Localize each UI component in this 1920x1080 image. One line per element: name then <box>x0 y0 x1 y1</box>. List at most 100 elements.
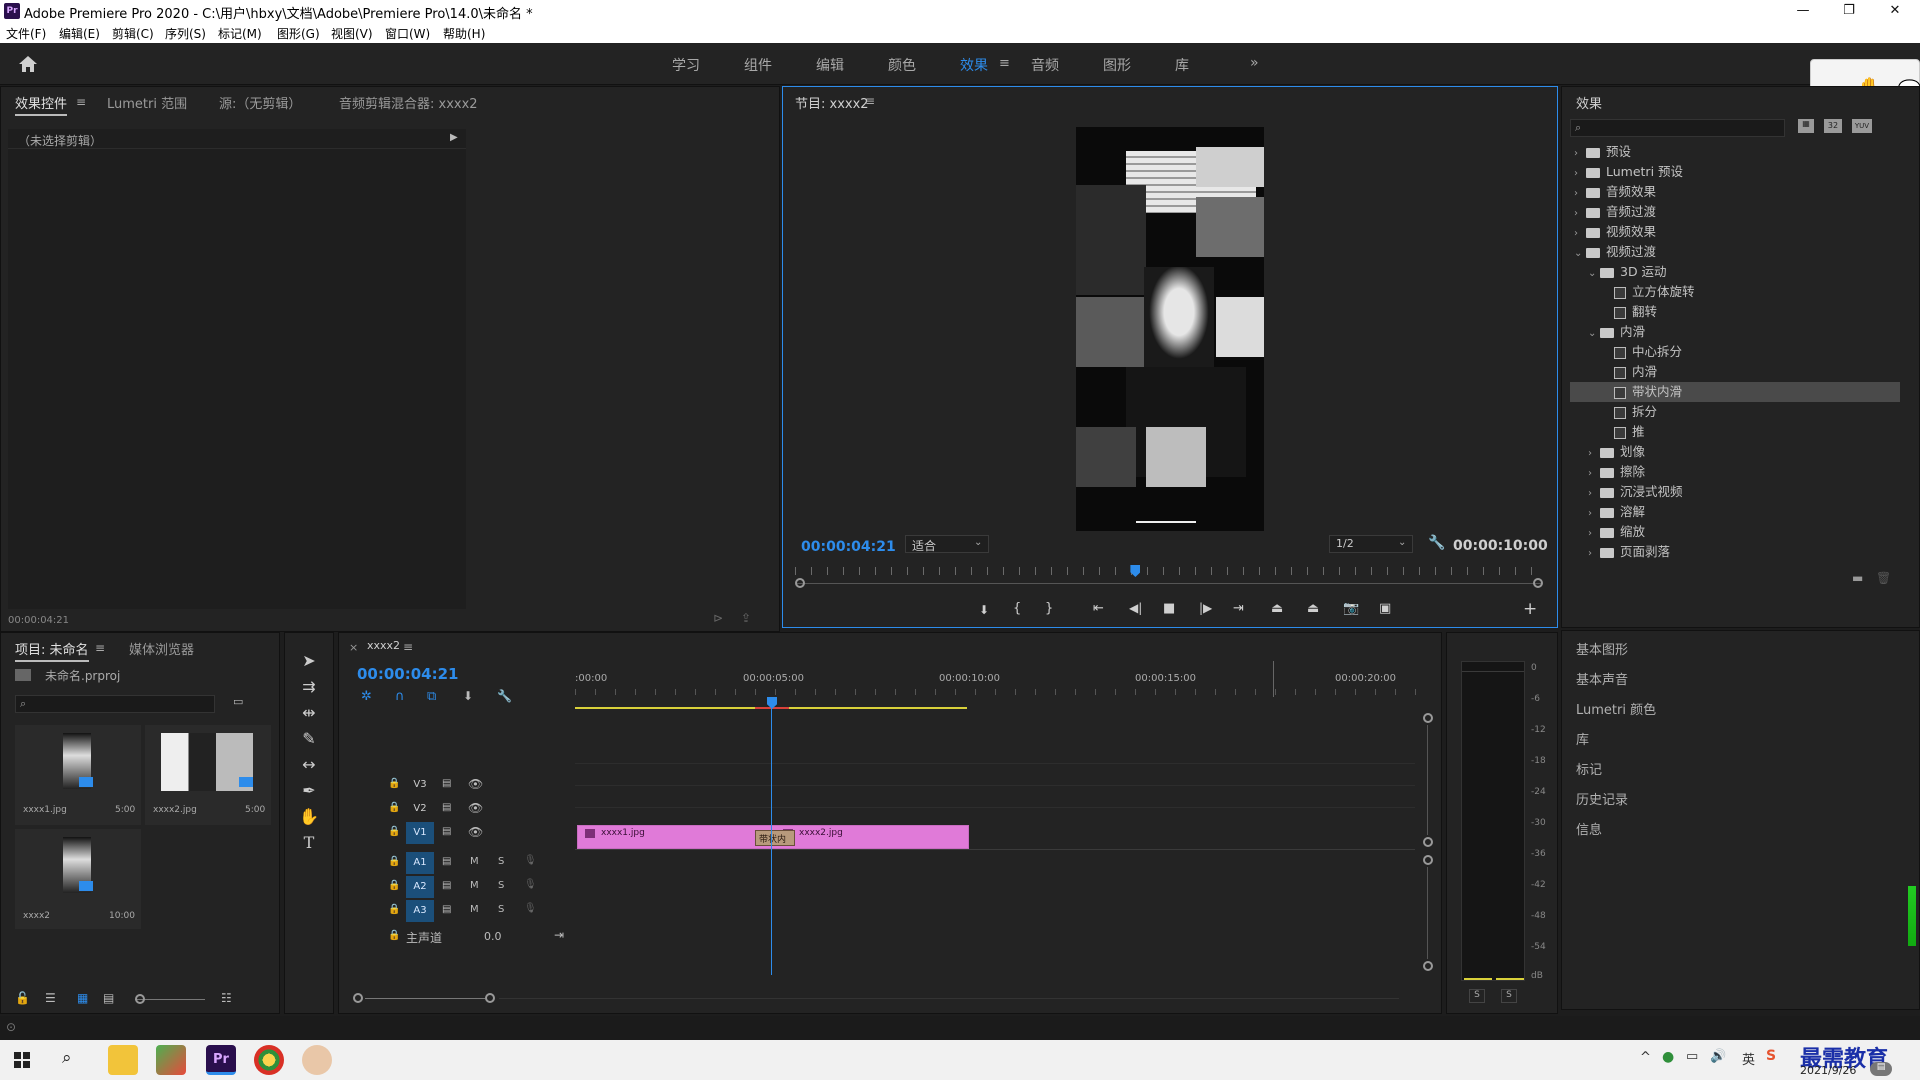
v-scroll-handle[interactable] <box>1423 713 1433 723</box>
wrench-icon[interactable]: 🔧 <box>1428 535 1445 551</box>
tab-lumetri-scopes[interactable]: Lumetri 范围 <box>107 93 187 112</box>
effects-tree-item[interactable]: › 音频过渡 <box>1570 202 1900 222</box>
accelerated-badge-icon[interactable]: ▦ <box>1798 119 1814 133</box>
h-scroll-handle-right[interactable] <box>485 993 495 1003</box>
workspace-assembly[interactable]: 组件 <box>744 55 772 75</box>
menu-window[interactable]: 窗口(W) <box>385 25 430 42</box>
workspace-menu-icon[interactable]: ≡ <box>999 56 1010 71</box>
razor-tool-icon[interactable]: ✎ <box>297 729 321 751</box>
type-tool-icon[interactable]: T <box>297 833 321 855</box>
h-scroll-handle-left[interactable] <box>353 993 363 1003</box>
sync-icon[interactable]: ▤ <box>442 802 451 813</box>
step-forward-icon[interactable]: |▶ <box>1199 601 1212 615</box>
effects-tree-item[interactable]: 推 <box>1570 422 1900 442</box>
sort-icon[interactable]: ☷ <box>221 991 232 1005</box>
master-volume-value[interactable]: 0.0 <box>484 930 502 943</box>
clip-xxxx1[interactable]: xxxx1.jpg <box>577 825 757 849</box>
mic-icon[interactable]: 🎙 <box>524 879 537 890</box>
workspace-editing[interactable]: 编辑 <box>816 55 844 75</box>
lock-icon[interactable]: 🔒 <box>388 880 400 891</box>
sync-icon[interactable]: ▤ <box>442 904 451 915</box>
effects-search-input[interactable]: ⌕ <box>1570 119 1785 137</box>
yuv-badge[interactable]: YUV <box>1852 119 1872 133</box>
tray-chevron-icon[interactable]: ^ <box>1640 1050 1651 1065</box>
project-item-sequence[interactable]: xxxx2 10:00 <box>15 829 141 929</box>
menu-clip[interactable]: 剪辑(C) <box>112 25 154 42</box>
trash-icon[interactable]: 🗑 <box>1876 571 1891 585</box>
new-bin-icon[interactable]: ▬ <box>1852 571 1863 585</box>
mute-button[interactable]: M <box>470 880 479 891</box>
effects-tree-item[interactable]: › 音频效果 <box>1570 182 1900 202</box>
taskbar-date[interactable]: 2021/9/26 <box>1800 1064 1856 1077</box>
solo-button[interactable]: S <box>498 856 504 867</box>
lock-icon[interactable]: 🔓 <box>15 991 30 1005</box>
video-frame[interactable] <box>1076 127 1264 531</box>
effects-tree-item[interactable]: › 页面剥落 <box>1570 542 1900 562</box>
track-label-a2[interactable]: A2 <box>406 876 434 898</box>
menu-sequence[interactable]: 序列(S) <box>165 25 206 42</box>
nest-icon[interactable]: ✲ <box>361 689 372 704</box>
chevron-right-icon[interactable]: › <box>1588 524 1600 544</box>
timeline-close-icon[interactable]: × <box>349 641 358 654</box>
app-icon-colorful[interactable] <box>156 1045 186 1075</box>
workspace-audio[interactable]: 音频 <box>1031 55 1059 75</box>
slip-tool-icon[interactable]: ↔ <box>297 755 321 777</box>
mark-in-icon[interactable]: { <box>1013 601 1021 616</box>
tab-effect-controls[interactable]: 效果控件 <box>15 93 68 116</box>
step-back-icon[interactable]: ◀| <box>1129 601 1142 615</box>
search-icon[interactable]: ⌕ <box>62 1048 72 1068</box>
program-monitor-title[interactable]: 节目: xxxx2 <box>795 93 869 112</box>
mark-out-icon[interactable]: } <box>1045 601 1053 616</box>
effects-tree-item[interactable]: › 预设 <box>1570 142 1900 162</box>
track-select-tool-icon[interactable]: ⇉ <box>297 677 321 699</box>
new-search-bin-icon[interactable]: ▭ <box>233 695 243 708</box>
video-scrollbar[interactable] <box>1427 725 1428 835</box>
tray-app-icon[interactable]: ● <box>1662 1049 1674 1065</box>
sogou-icon[interactable]: S <box>1766 1048 1776 1064</box>
panel-essential-graphics[interactable]: 基本图形 <box>1576 639 1628 658</box>
monitor-menu-icon[interactable]: ≡ <box>865 94 875 108</box>
notification-icon[interactable]: ▤ <box>1870 1062 1892 1076</box>
solo-button[interactable]: S <box>498 904 504 915</box>
eye-icon[interactable]: 👁 <box>468 825 483 839</box>
monitor-ruler[interactable] <box>795 567 1545 575</box>
track-label-v3[interactable]: V3 <box>406 774 434 796</box>
pen-tool-icon[interactable]: ✒ <box>297 781 321 803</box>
chevron-down-icon[interactable]: ⌄ <box>1574 244 1586 264</box>
workspace-libraries[interactable]: 库 <box>1175 55 1189 75</box>
compare-icon[interactable]: ▣ <box>1379 601 1391 616</box>
chevron-right-icon[interactable]: › <box>1588 544 1600 564</box>
meter-solo-right[interactable]: S <box>1501 989 1517 1003</box>
hand-tool-icon[interactable]: ✋ <box>297 807 321 829</box>
clip-xxxx2[interactable]: xxxx2.jpg <box>779 825 969 849</box>
panel-menu-icon[interactable]: ≡ <box>76 95 86 109</box>
lock-icon[interactable]: 🔒 <box>388 930 400 941</box>
fit-dropdown[interactable]: 适合 ⌄ <box>905 535 989 553</box>
eye-icon[interactable]: 👁 <box>468 777 483 791</box>
add-marker-icon[interactable]: ⬇ <box>463 689 473 703</box>
linked-selection-icon[interactable]: ⧉ <box>427 689 436 704</box>
effects-tree-item[interactable]: ⌄ 3D 运动 <box>1570 262 1900 282</box>
menu-graphics[interactable]: 图形(G) <box>277 25 320 42</box>
transition-band-slide[interactable]: 带状内 <box>755 830 795 846</box>
menu-view[interactable]: 视图(V) <box>331 25 373 42</box>
icon-view-icon[interactable]: ▦ <box>77 991 88 1005</box>
sync-icon[interactable]: ▤ <box>442 856 451 867</box>
audio-scrollbar[interactable] <box>1427 867 1428 959</box>
mic-icon[interactable]: 🎙 <box>524 855 537 866</box>
workspace-effects[interactable]: 效果 <box>960 55 988 75</box>
panel-info[interactable]: 信息 <box>1576 819 1602 838</box>
zoom-handle-right[interactable] <box>1533 578 1543 588</box>
sync-icon[interactable]: ▤ <box>442 880 451 891</box>
effects-tree-item[interactable]: › 划像 <box>1570 442 1900 462</box>
chevron-right-icon[interactable]: › <box>1588 484 1600 504</box>
effects-tree-item[interactable]: 拆分 <box>1570 402 1900 422</box>
panel-libraries[interactable]: 库 <box>1576 729 1589 748</box>
chevron-right-icon[interactable]: › <box>1588 444 1600 464</box>
tab-project[interactable]: 项目: 未命名 <box>15 639 89 662</box>
monitor-playhead[interactable] <box>1130 565 1141 577</box>
zoom-slider-handle[interactable] <box>135 994 145 1004</box>
lock-icon[interactable]: 🔒 <box>388 802 400 813</box>
effects-tree-item[interactable]: › 沉浸式视频 <box>1570 482 1900 502</box>
add-marker-icon[interactable]: ⬇ <box>979 603 989 617</box>
